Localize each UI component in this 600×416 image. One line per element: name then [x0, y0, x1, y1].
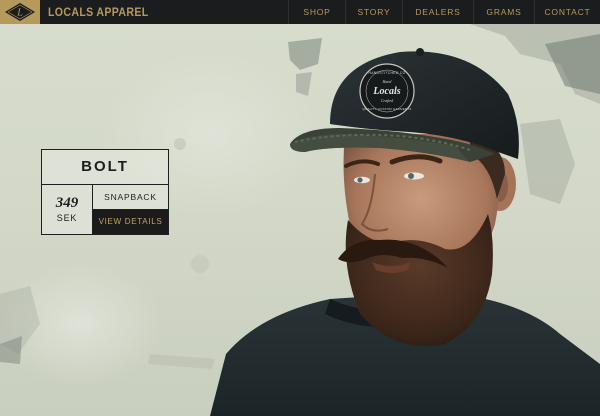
cap-patch: HANDSTITCHED CO Hand Locals Crafted QUAL… [359, 63, 415, 119]
patch-script-text: Locals [372, 86, 400, 97]
patch-small-text: Hand [382, 79, 393, 84]
nav-item-contact[interactable]: CONTACT [534, 0, 600, 24]
patch-bottom-text: QUALITY CUSTOM GARMENTS [363, 107, 412, 111]
brand-name[interactable]: LOCALS APPAREL [48, 0, 149, 24]
patch-small2-text: Crafted [381, 98, 394, 103]
logo-badge[interactable]: L [0, 0, 40, 24]
top-navigation-bar: L LOCALS APPAREL SHOP STORY DEALERS GRAM… [0, 0, 600, 24]
logo-letter: L [16, 8, 23, 19]
nav-item-shop[interactable]: SHOP [288, 0, 345, 24]
product-price: 349 [55, 195, 79, 211]
nav-item-grams[interactable]: GRAMS [473, 0, 534, 24]
diamond-logo-icon: L [0, 0, 40, 24]
patch-top-text: HANDSTITCHED CO [368, 71, 405, 75]
main-nav: SHOP STORY DEALERS GRAMS CONTACT [288, 0, 600, 24]
product-name: BOLT [42, 150, 168, 185]
product-price-box: 349 SEK [42, 185, 93, 234]
product-currency: SEK [56, 213, 78, 223]
view-details-button[interactable]: VIEW DETAILS [93, 210, 168, 234]
product-type: SNAPBACK [93, 185, 168, 210]
nav-item-story[interactable]: STORY [345, 0, 402, 24]
product-card: BOLT 349 SEK SNAPBACK VIEW DETAILS [41, 149, 169, 235]
nav-item-dealers[interactable]: DEALERS [402, 0, 473, 24]
